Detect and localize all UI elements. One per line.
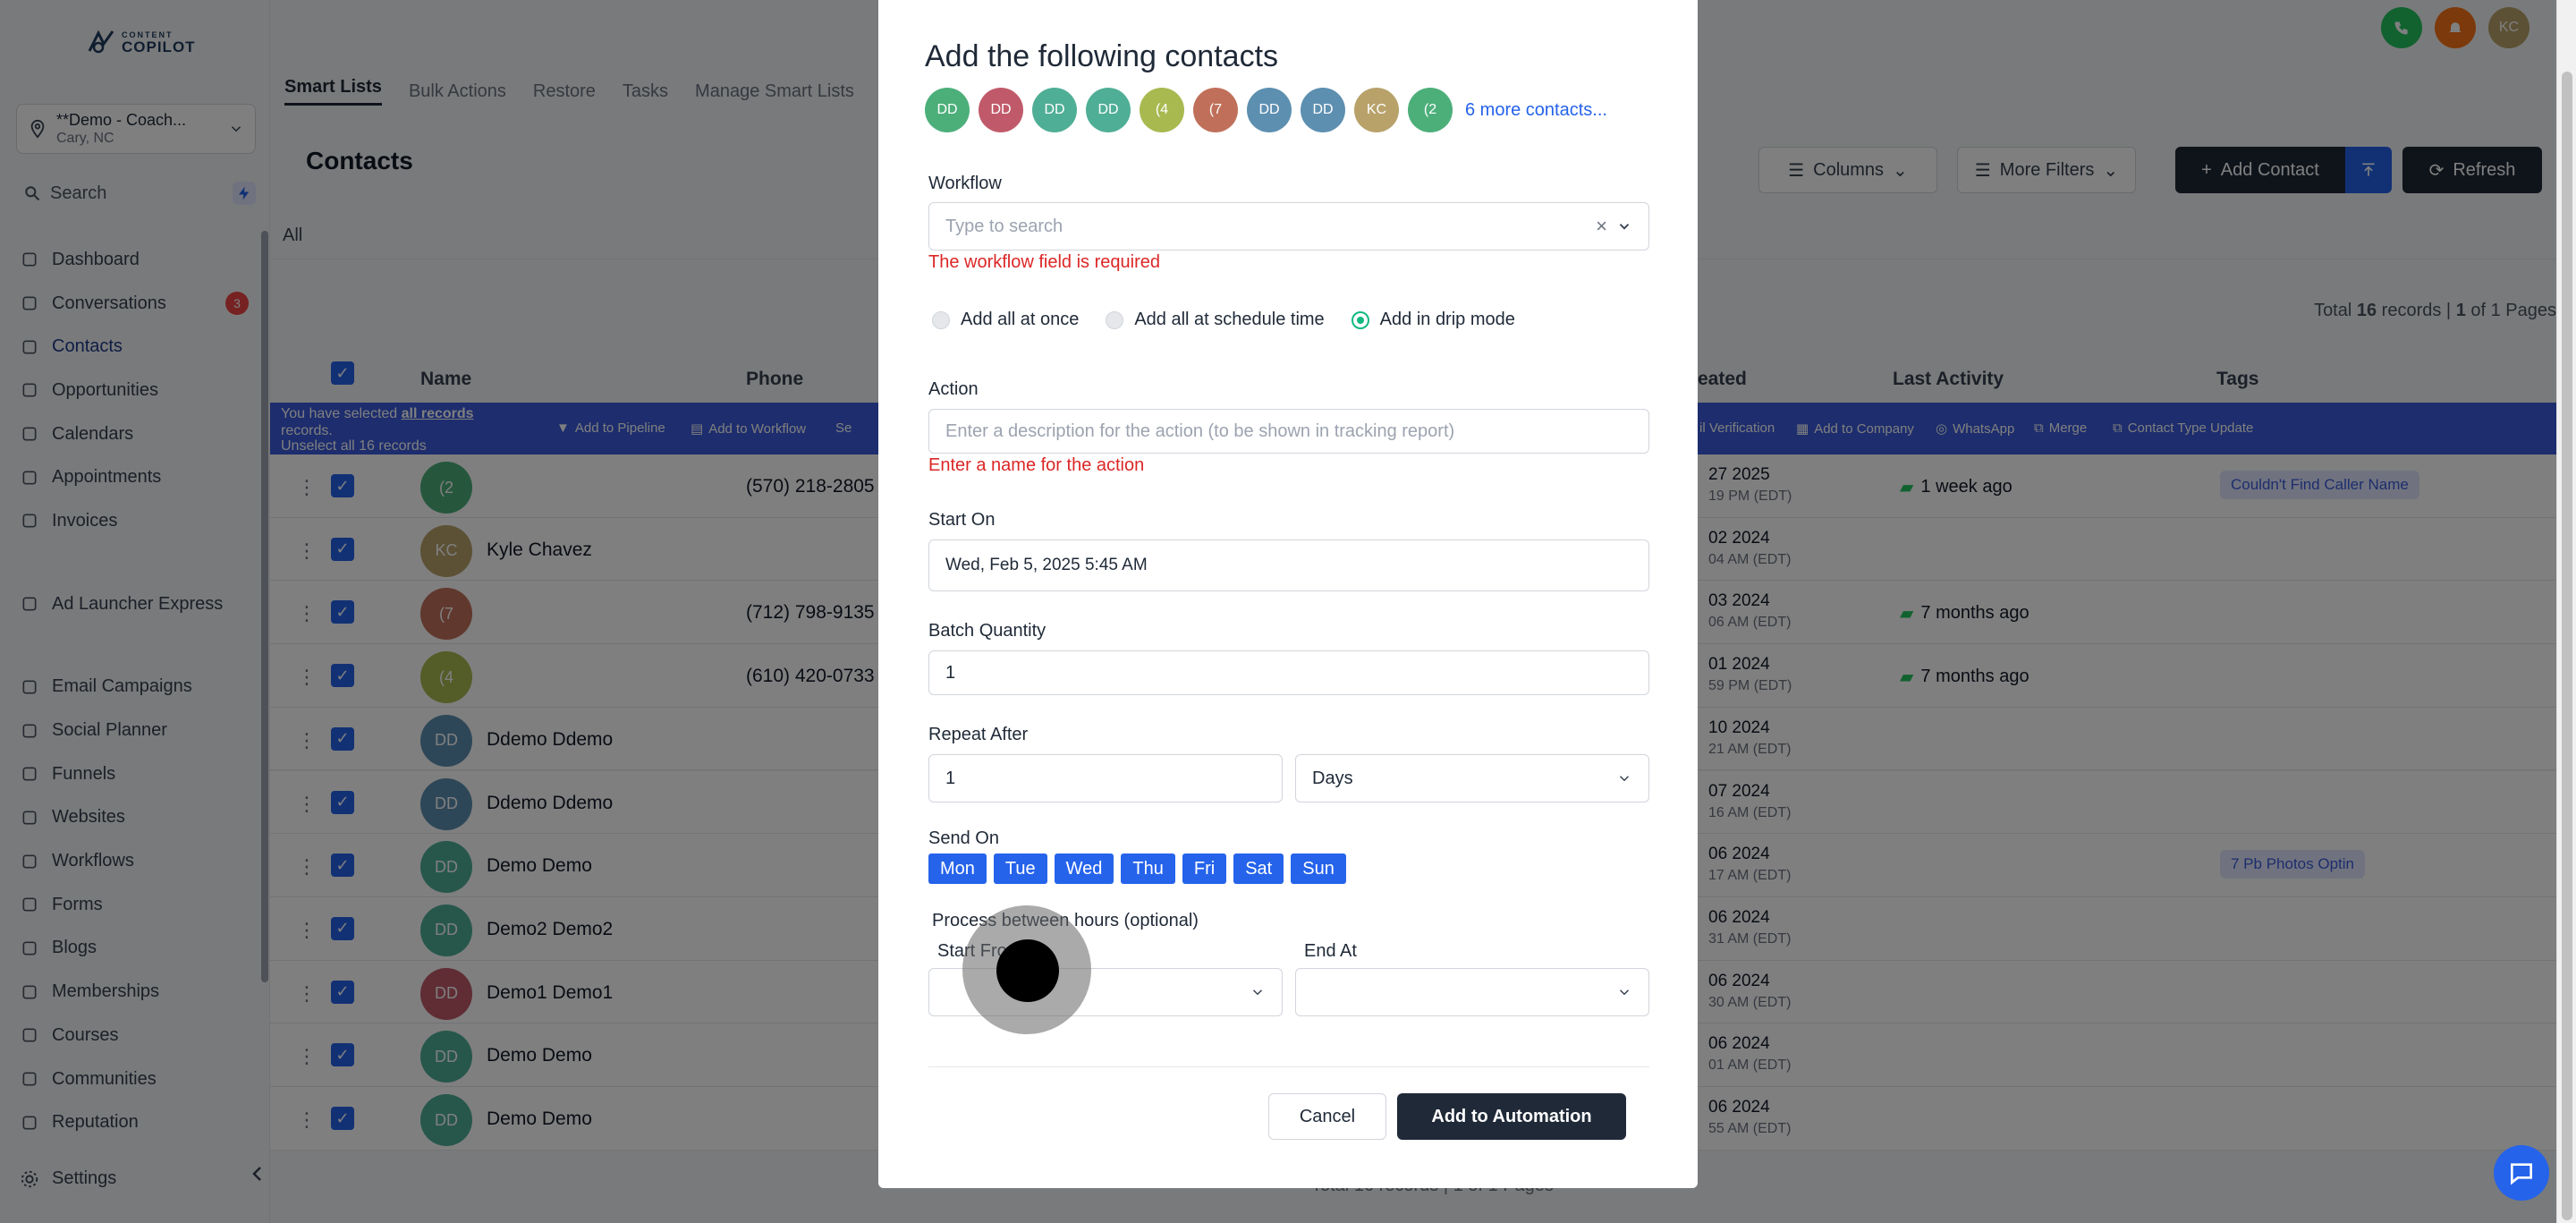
- end-at-label: End At: [1304, 941, 1357, 961]
- batch-quantity-value: 1: [945, 662, 956, 683]
- workflow-label: Workflow: [928, 174, 1002, 193]
- action-label: Action: [928, 379, 979, 399]
- day-toggle-mon[interactable]: Mon: [928, 854, 987, 884]
- action-input[interactable]: Enter a description for the action (to b…: [928, 409, 1649, 454]
- contact-chip: (2: [1408, 88, 1453, 132]
- workflow-select[interactable]: Type to search ×: [928, 202, 1649, 251]
- day-toggle-sat[interactable]: Sat: [1233, 854, 1284, 884]
- end-at-select[interactable]: [1295, 968, 1649, 1016]
- repeat-after-label: Repeat After: [928, 725, 1029, 744]
- add-mode-radio-group: Add all at once Add all at schedule time…: [932, 310, 1515, 330]
- contact-chip: DD: [1086, 88, 1131, 132]
- radio-label: Add in drip mode: [1379, 310, 1515, 329]
- clear-icon[interactable]: ×: [1596, 215, 1607, 238]
- repeat-unit-value: Days: [1312, 768, 1353, 788]
- contact-chip: DD: [925, 88, 970, 132]
- radio-label: Add all at once: [961, 310, 1080, 329]
- contact-chip: DD: [1247, 88, 1292, 132]
- workflow-error: The workflow field is required: [928, 252, 1160, 272]
- contact-chip: KC: [1354, 88, 1399, 132]
- day-toggle-thu[interactable]: Thu: [1121, 854, 1175, 884]
- chevron-down-icon: [1252, 989, 1263, 996]
- contact-chip: DD: [979, 88, 1023, 132]
- add-to-automation-button[interactable]: Add to Automation: [1397, 1093, 1626, 1140]
- radio-label: Add all at schedule time: [1134, 310, 1325, 329]
- chevron-down-icon: [1619, 224, 1630, 230]
- radio-dot-selected: [1351, 310, 1369, 329]
- repeat-after-value: 1: [945, 768, 956, 788]
- modal-title: Add the following contacts: [925, 39, 1279, 73]
- radio-dot: [1106, 310, 1124, 329]
- day-toggle-fri[interactable]: Fri: [1182, 854, 1227, 884]
- action-placeholder: Enter a description for the action (to b…: [945, 420, 1455, 441]
- contact-chip: (7: [1193, 88, 1238, 132]
- chat-bubble-icon: [2511, 1163, 2532, 1185]
- radio-add-all-at-schedule[interactable]: Add all at schedule time: [1106, 310, 1325, 330]
- cursor-dot: [996, 939, 1059, 1002]
- chevron-down-icon: [1619, 776, 1630, 782]
- cancel-button[interactable]: Cancel: [1268, 1093, 1386, 1140]
- chat-widget-button[interactable]: [2494, 1145, 2549, 1201]
- radio-add-all-at-once[interactable]: Add all at once: [932, 310, 1079, 330]
- contact-chip: DD: [1301, 88, 1345, 132]
- workflow-placeholder: Type to search: [945, 216, 1063, 236]
- repeat-unit-select[interactable]: Days: [1295, 754, 1649, 803]
- chevron-down-icon: [1619, 989, 1630, 996]
- more-contacts-link[interactable]: 6 more contacts...: [1465, 100, 1607, 121]
- start-on-datetime-input[interactable]: Wed, Feb 5, 2025 5:45 AM: [928, 539, 1649, 591]
- contact-chip: (4: [1140, 88, 1184, 132]
- day-toggle-sun[interactable]: Sun: [1291, 854, 1346, 884]
- start-on-value: Wed, Feb 5, 2025 5:45 AM: [945, 556, 1148, 574]
- repeat-after-input[interactable]: 1: [928, 754, 1283, 803]
- radio-dot: [932, 310, 950, 329]
- page-scrollbar-thumb[interactable]: [2562, 72, 2572, 1220]
- start-on-label: Start On: [928, 510, 996, 530]
- contact-chip: DD: [1032, 88, 1077, 132]
- day-toggle-tue[interactable]: Tue: [993, 854, 1047, 884]
- radio-add-in-drip-mode[interactable]: Add in drip mode: [1351, 310, 1515, 330]
- selected-contacts-chips: DD DD DD DD (4 (7 DD DD KC (2 6 more contacts...: [925, 88, 1607, 132]
- day-toggle-wed[interactable]: Wed: [1054, 854, 1114, 884]
- send-on-label: Send On: [928, 828, 999, 848]
- batch-quantity-label: Batch Quantity: [928, 621, 1046, 641]
- send-on-days: Mon Tue Wed Thu Fri Sat Sun: [928, 854, 1346, 884]
- batch-quantity-input[interactable]: 1: [928, 650, 1649, 695]
- modal-divider: [928, 1066, 1649, 1067]
- page-scrollbar[interactable]: [2556, 0, 2576, 1223]
- action-error: Enter a name for the action: [928, 455, 1145, 475]
